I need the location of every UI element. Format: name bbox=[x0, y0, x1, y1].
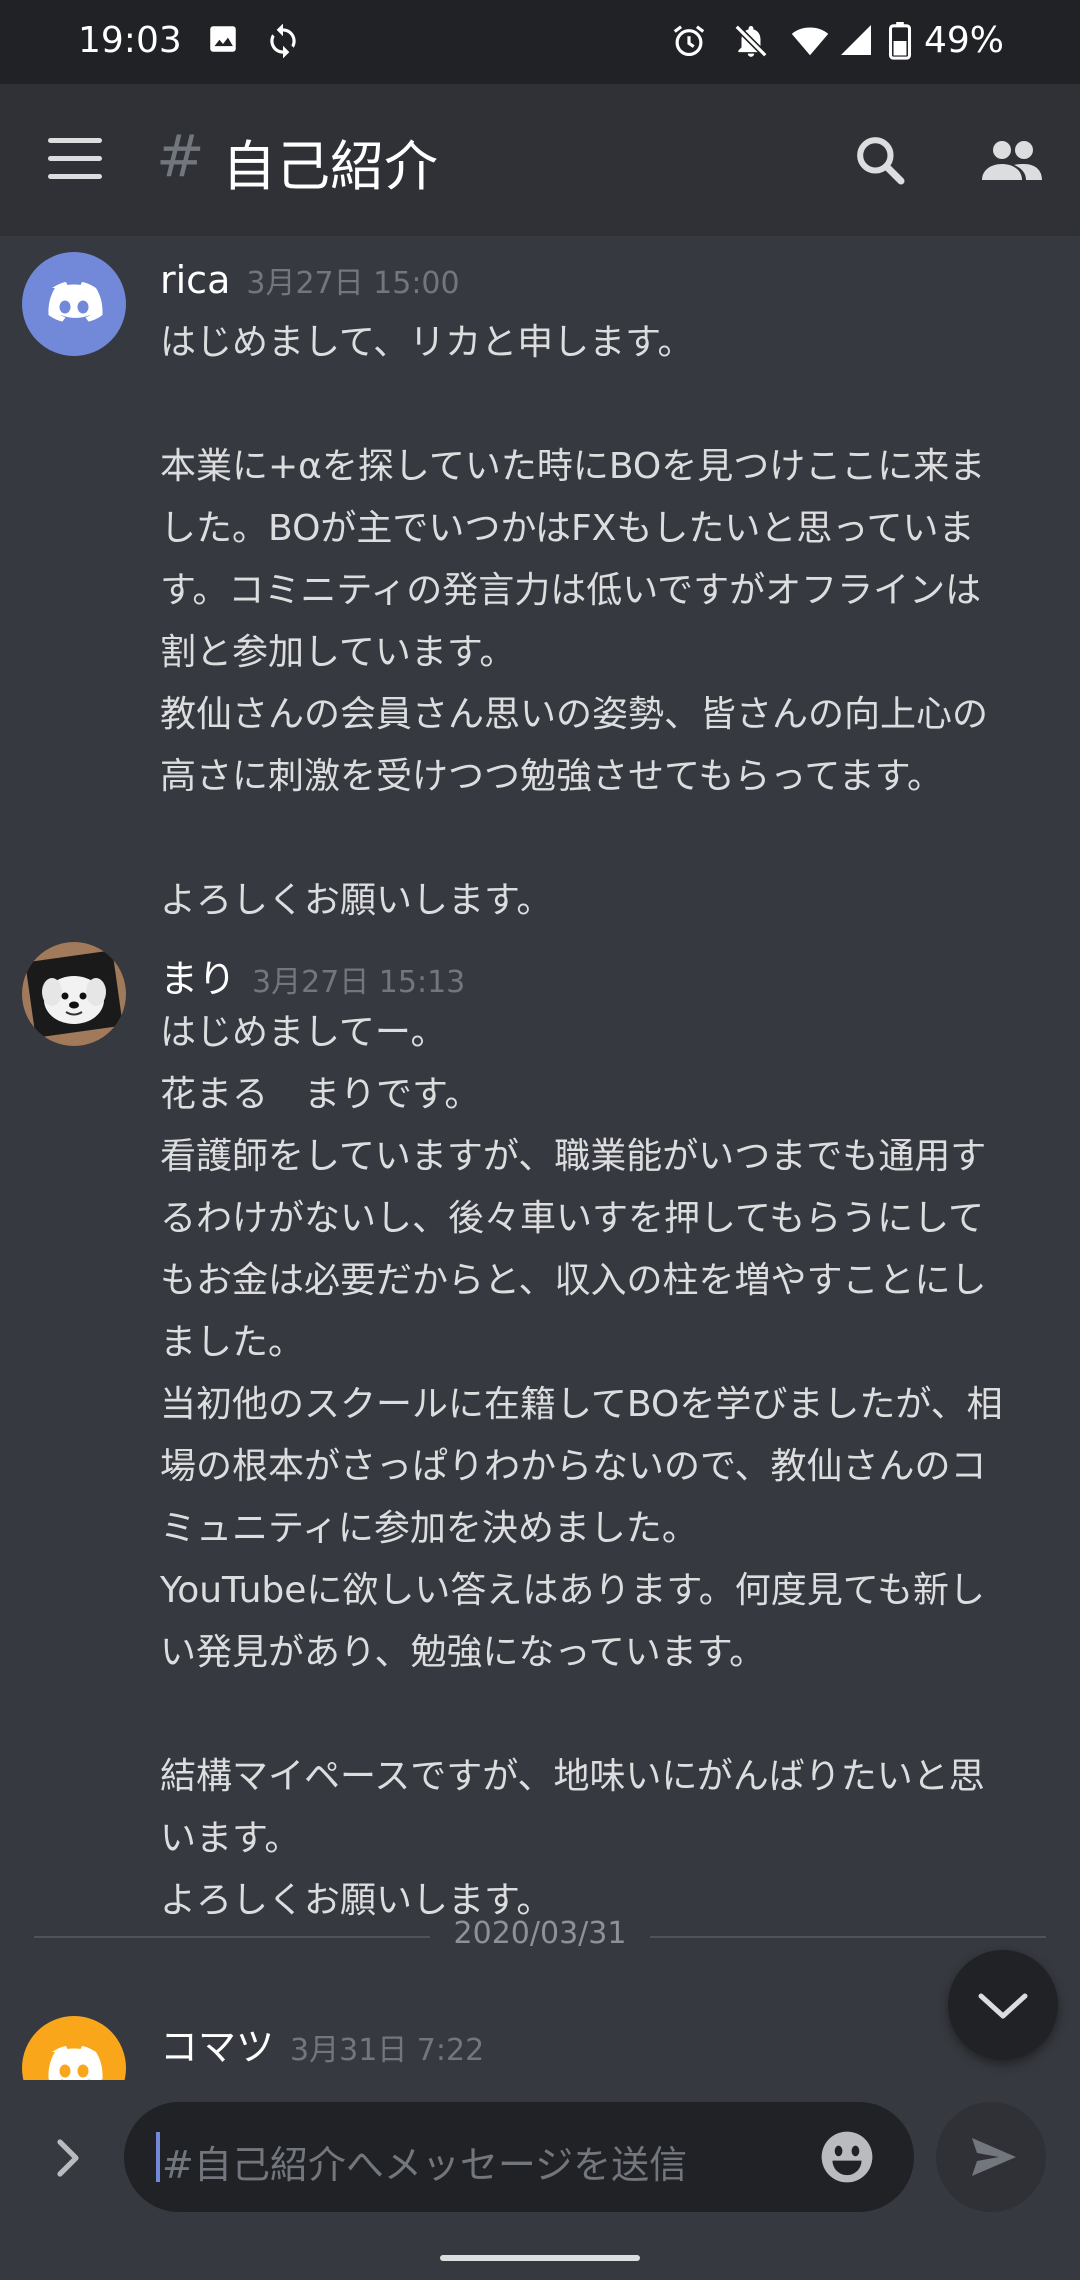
message-body: はじめましてー。 花まる まりです。 看護師をしていますが、職業能がいつまでも通… bbox=[160, 1002, 1040, 1932]
message-line: い発見があり、勉強になっています。 bbox=[160, 1632, 766, 1673]
message-line: るわけがないし、後々車いすを押してもらうにして bbox=[160, 1198, 985, 1239]
sync-icon bbox=[264, 22, 302, 64]
message-body: はじめまして、リカと申します。 本業に+αを探していた時にBOを見つけここに来ま… bbox=[160, 312, 1040, 932]
message-input[interactable]: #自己紹介へメッセージを送信 bbox=[124, 2102, 914, 2212]
message-line: ました。 bbox=[160, 1322, 305, 1363]
message-line: 教仙さんの会員さん思いの姿勢、皆さんの向上心の bbox=[160, 694, 989, 735]
chevron-down-icon bbox=[978, 1993, 1028, 2019]
send-icon bbox=[972, 2138, 1016, 2176]
status-time: 19:03 bbox=[78, 20, 182, 61]
message-line bbox=[160, 808, 1040, 870]
cellular-signal-icon bbox=[838, 22, 874, 62]
message-author[interactable]: まり 3月27日 15:13 bbox=[160, 948, 465, 1003]
battery-percent: 49% bbox=[924, 20, 1005, 61]
discord-logo-icon bbox=[48, 2046, 103, 2080]
menu-icon[interactable] bbox=[48, 138, 104, 182]
wifi-icon bbox=[790, 22, 830, 64]
avatar[interactable] bbox=[22, 252, 126, 356]
discord-logo-icon bbox=[48, 282, 103, 322]
avatar[interactable] bbox=[22, 2016, 126, 2080]
message-line: 結構マイペースですが、地味いにがんばりたいと思 bbox=[160, 1756, 985, 1797]
channel-header: # 自己紹介 bbox=[0, 84, 1080, 236]
message-author[interactable]: rica 3月27日 15:00 bbox=[160, 258, 460, 302]
message-line: います。 bbox=[160, 1818, 301, 1859]
author-name[interactable]: まり bbox=[160, 957, 236, 1001]
send-button[interactable] bbox=[936, 2102, 1046, 2212]
message-line: す。コミニティの発言力は低いですがオフラインは bbox=[160, 570, 982, 611]
message-line: ミュニティに参加を決めました。 bbox=[160, 1508, 698, 1549]
author-name[interactable]: コマツ bbox=[160, 2025, 274, 2069]
message-line: YouTubeに欲しい答えはあります。何度見ても新し bbox=[160, 1570, 985, 1611]
message-line: した。BOが主でいつかはFXもしたいと思っていま bbox=[160, 508, 975, 549]
message-line: 看護師をしていますが、職業能がいつまでも通用す bbox=[160, 1136, 987, 1177]
dog-photo-icon bbox=[22, 942, 126, 1046]
message-input-placeholder: #自己紹介へメッセージを送信 bbox=[162, 2143, 688, 2187]
notifications-off-icon bbox=[732, 22, 770, 64]
message-line: もお金は必要だからと、収入の柱を増やすことにし bbox=[160, 1260, 987, 1301]
author-name[interactable]: rica bbox=[160, 258, 230, 302]
avatar[interactable] bbox=[22, 942, 126, 1046]
message-line bbox=[160, 374, 1040, 436]
message-line: 場の根本がさっぱりわからないので、教仙さんのコ bbox=[160, 1446, 987, 1487]
message-author[interactable]: コマツ 3月31日 7:22 bbox=[160, 2016, 484, 2071]
message-timestamp: 3月31日 7:22 bbox=[290, 2033, 485, 2068]
message-list[interactable]: rica 3月27日 15:00 はじめまして、リカと申します。 本業に+αを探し… bbox=[0, 236, 1080, 2080]
message-line: 本業に+αを探していた時にBOを見つけここに来ま bbox=[160, 446, 986, 487]
text-cursor bbox=[156, 2132, 160, 2182]
message-line: 当初他のスクールに在籍してBOを学びましたが、相 bbox=[160, 1384, 1003, 1425]
message-timestamp: 3月27日 15:13 bbox=[252, 965, 466, 1000]
scroll-to-bottom-button[interactable] bbox=[948, 1950, 1058, 2060]
image-icon bbox=[206, 22, 240, 60]
message-composer: #自己紹介へメッセージを送信 bbox=[0, 2080, 1080, 2280]
home-indicator[interactable] bbox=[440, 2255, 640, 2261]
message-line: よろしくお願いします。 bbox=[160, 880, 553, 921]
members-icon[interactable] bbox=[980, 136, 1044, 188]
message-line: はじめまして、リカと申します。 bbox=[160, 322, 694, 363]
message-line: 高さに刺激を受けつつ勉強させてもらってます。 bbox=[160, 756, 944, 797]
date-divider-label: 2020/03/31 bbox=[430, 1916, 650, 1951]
emoji-icon[interactable] bbox=[818, 2128, 876, 2190]
message-timestamp: 3月27日 15:00 bbox=[246, 266, 460, 301]
message-line: 花まる まりです。 bbox=[160, 1074, 481, 1115]
search-icon[interactable] bbox=[852, 132, 908, 192]
expand-chevron-icon[interactable] bbox=[48, 2136, 88, 2184]
message-line bbox=[160, 1684, 1040, 1746]
status-bar: 19:03 49% bbox=[0, 0, 1080, 84]
message-line: 割と参加しています。 bbox=[160, 632, 516, 673]
alarm-icon bbox=[670, 22, 708, 64]
channel-hash: # bbox=[156, 122, 205, 190]
battery-icon bbox=[888, 22, 912, 64]
message-line: はじめましてー。 bbox=[160, 1012, 447, 1053]
channel-title: 自己紹介 bbox=[222, 135, 438, 198]
